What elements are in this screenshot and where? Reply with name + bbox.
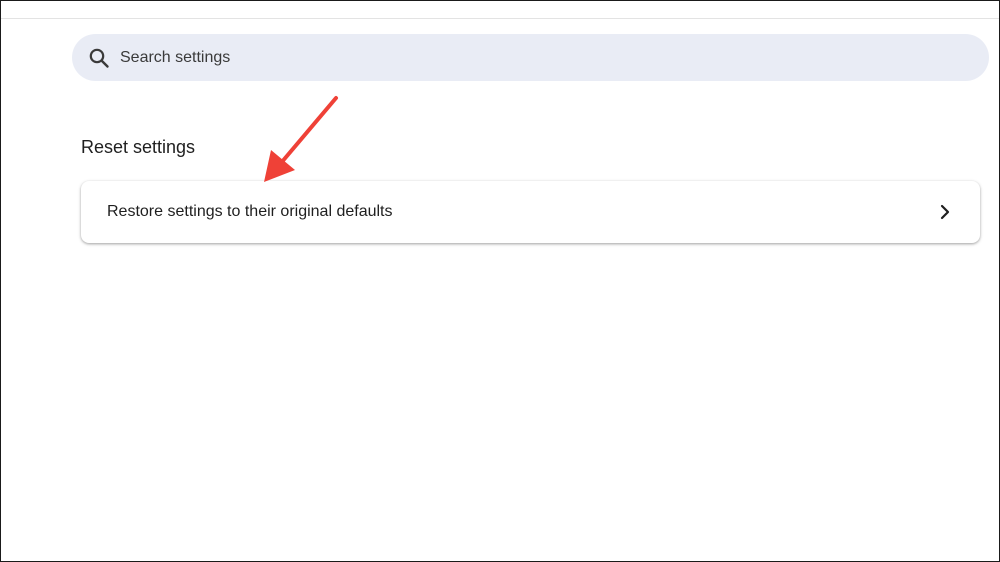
search-bar[interactable] (72, 34, 989, 81)
settings-page: Reset settings Restore settings to their… (0, 0, 1000, 562)
restore-defaults-button[interactable]: Restore settings to their original defau… (81, 181, 980, 243)
section-title: Reset settings (81, 137, 196, 157)
chevron-right-icon (938, 204, 952, 220)
top-divider (1, 18, 999, 19)
search-input[interactable] (118, 41, 942, 74)
search-icon (88, 47, 110, 69)
restore-defaults-label: Restore settings to their original defau… (107, 203, 393, 220)
